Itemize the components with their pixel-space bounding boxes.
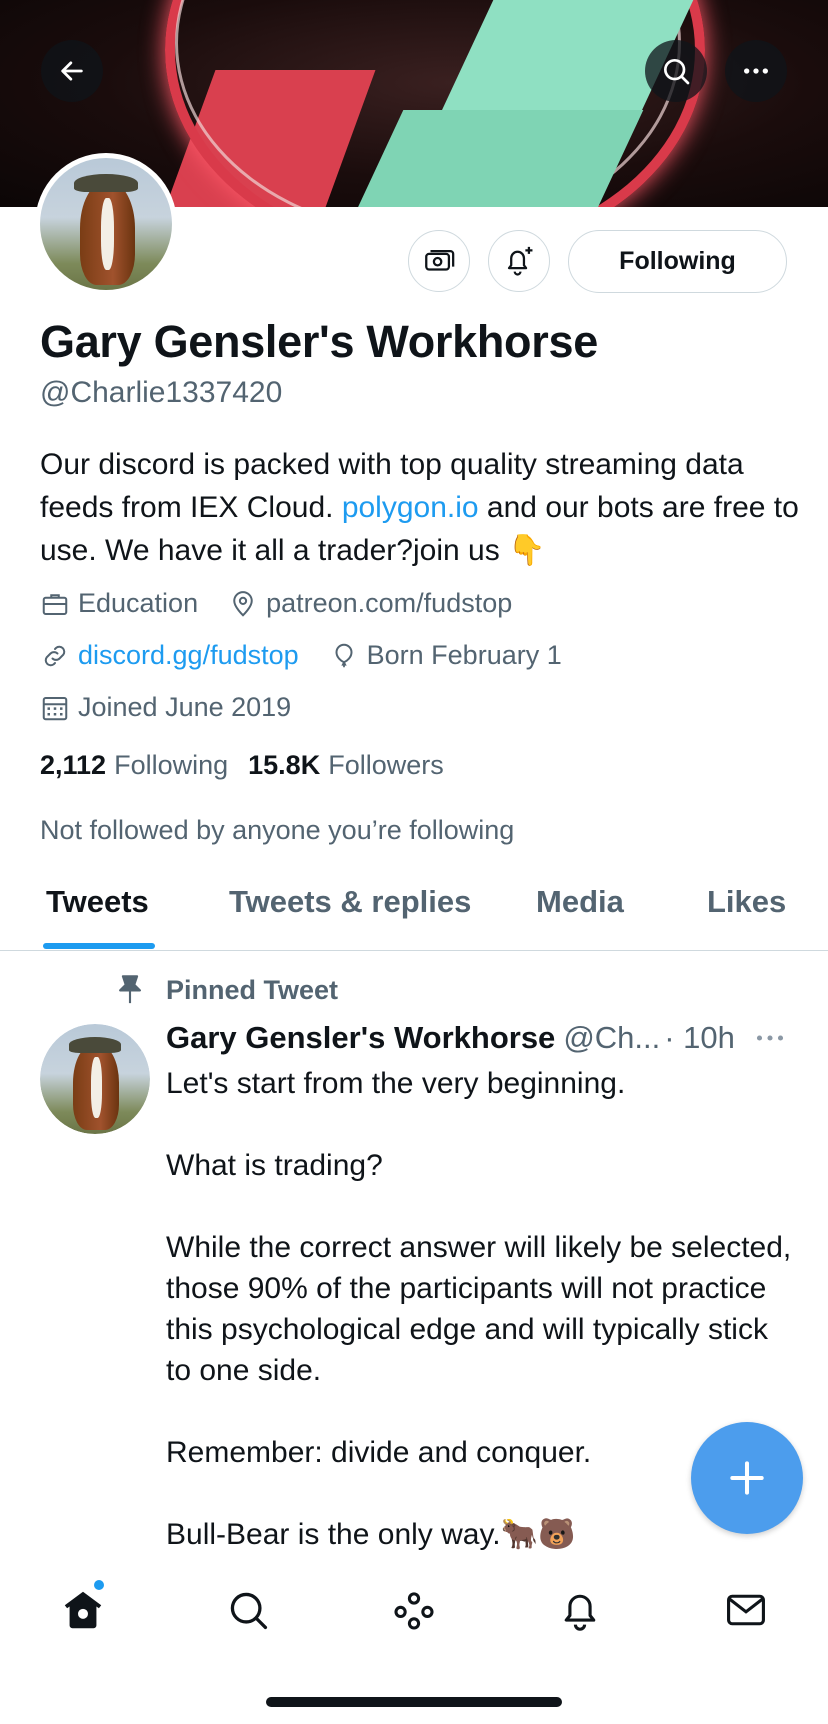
money-icon (425, 249, 455, 271)
search-icon (664, 59, 690, 85)
nav-search[interactable] (218, 1580, 278, 1640)
tweet-body: Let's start from the very beginning. Wha… (166, 1063, 796, 1596)
pin-icon (119, 975, 141, 1004)
profile-website-link[interactable]: discord.gg/fudstop (78, 640, 299, 671)
profile-joined: Joined June 2019 (78, 692, 292, 722)
following-count: 2,112 (40, 750, 107, 780)
arrow-left-icon (61, 61, 83, 81)
tweet-header: Gary Gensler's Workhorse @Ch... · 10h (166, 1020, 735, 1056)
following-button[interactable]: Following (568, 230, 787, 293)
followers-label: Followers (328, 750, 444, 780)
tweet-paragraph: Let's start from the very beginning. (166, 1067, 626, 1100)
followers-stat[interactable]: 15.8K Followers (248, 750, 444, 781)
profile-meta-row-1: Education patreon.com/fudstop (40, 588, 542, 619)
back-button[interactable] (41, 40, 103, 102)
profile-meta-row-2: discord.gg/fudstop Born February 1 (40, 640, 592, 671)
home-indicator (266, 1697, 562, 1707)
compose-tweet-button[interactable] (691, 1422, 803, 1534)
profile-location: patreon.com/fudstop (266, 588, 513, 618)
horse-avatar-image (40, 158, 172, 290)
tab-tweets-replies[interactable]: Tweets & replies (229, 884, 471, 920)
search-button[interactable] (645, 40, 707, 102)
more-button[interactable] (725, 40, 787, 102)
nav-messages[interactable] (716, 1580, 776, 1640)
nav-notifications[interactable] (550, 1580, 610, 1640)
balloon-icon (335, 643, 353, 667)
active-tab-indicator (43, 943, 155, 949)
profile-handle: @Charlie1337420 (40, 376, 283, 409)
plus-icon (730, 1461, 764, 1495)
followers-count: 15.8K (248, 750, 321, 780)
nav-spaces[interactable] (384, 1580, 444, 1640)
tweet-author[interactable]: Gary Gensler's Workhorse (166, 1020, 555, 1056)
tab-media[interactable]: Media (536, 884, 624, 920)
calendar-icon (42, 696, 68, 720)
profile-birthday: Born February 1 (366, 640, 562, 670)
pinned-label: Pinned Tweet (166, 975, 339, 1005)
briefcase-icon (42, 593, 68, 615)
tweet-paragraph: Bull-Bear is the only way.🐂🐻 (166, 1518, 576, 1551)
link-icon (44, 645, 66, 666)
tab-likes[interactable]: Likes (707, 884, 786, 920)
tweet-paragraph: While the correct answer will likely be … (166, 1231, 792, 1387)
profile-name: Gary Gensler's Workhorse (40, 316, 598, 367)
profile-category: Education (78, 588, 199, 618)
notify-button[interactable] (488, 230, 550, 292)
messages-icon (727, 1594, 765, 1626)
home-icon (64, 1591, 102, 1629)
tweet-paragraph: What is trading? (166, 1149, 383, 1182)
bottom-navigation (0, 1560, 828, 1656)
tweet-handle: @Ch... (563, 1020, 661, 1055)
nav-home[interactable] (53, 1580, 113, 1640)
location-icon (233, 590, 253, 617)
following-label: Following (114, 750, 229, 780)
more-icon (744, 68, 768, 74)
not-followed-note: Not followed by anyone you’re following (40, 815, 515, 845)
spaces-icon (394, 1592, 434, 1630)
profile-bio: Our discord is packed with top quality s… (40, 443, 800, 572)
following-stat[interactable]: 2,112 Following (40, 750, 228, 781)
profile-avatar[interactable] (35, 153, 177, 295)
more-icon (756, 1035, 784, 1041)
tips-button[interactable] (408, 230, 470, 292)
search-icon (230, 1592, 268, 1630)
tweet-more-button[interactable] (752, 1020, 788, 1061)
profile-stats: 2,112 Following 15.8K Followers (40, 750, 464, 781)
horse-avatar-image (40, 1024, 150, 1134)
new-content-dot (94, 1580, 104, 1590)
banner-art-mint-bottom (356, 110, 644, 207)
bell-plus-icon (507, 246, 533, 276)
tweet-avatar[interactable] (40, 1024, 150, 1134)
tab-tweets[interactable]: Tweets (46, 884, 149, 920)
profile-tabs: Tweets Tweets & replies Media Likes (0, 870, 828, 951)
bio-link[interactable]: polygon.io (342, 491, 479, 524)
tweet-time: · 10h (664, 1020, 735, 1055)
profile-meta-row-3: Joined June 2019 (40, 692, 321, 723)
notifications-icon (564, 1594, 596, 1631)
